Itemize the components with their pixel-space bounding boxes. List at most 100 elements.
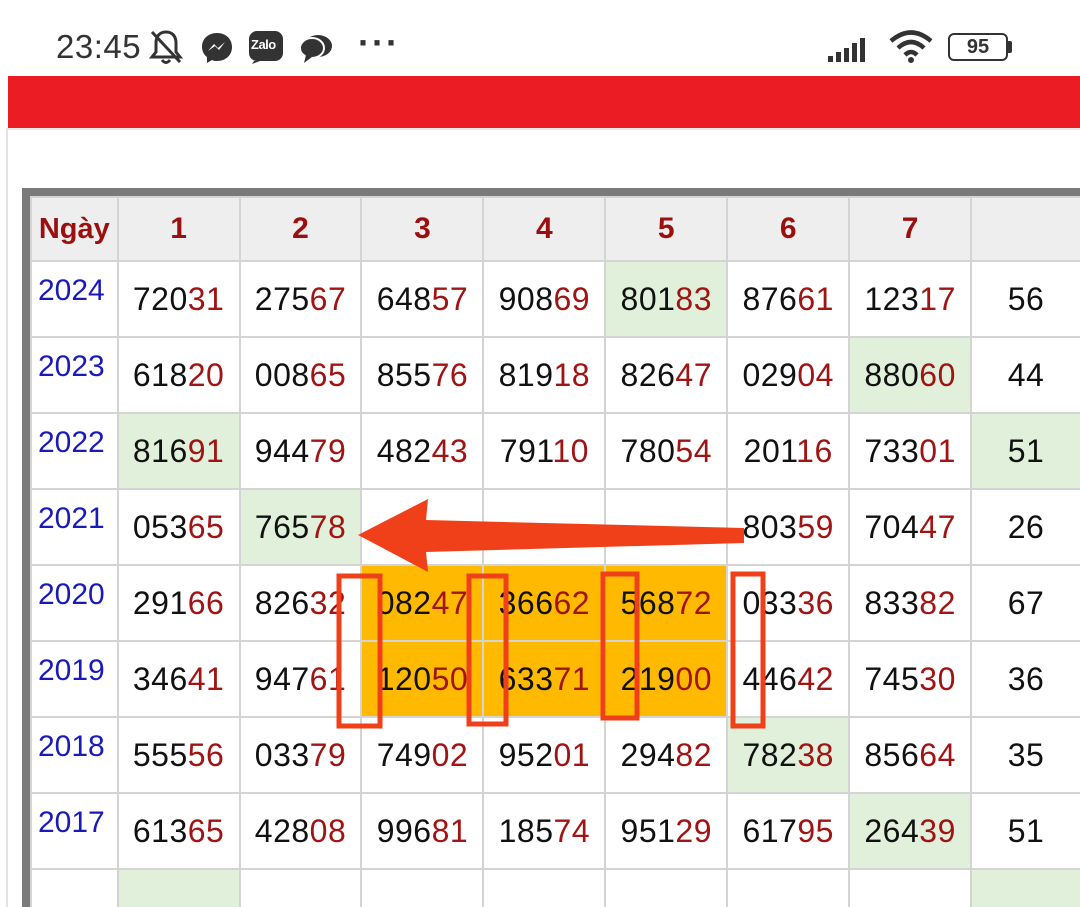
number-head: 733 (864, 432, 920, 469)
number-tail: 00 (675, 660, 713, 697)
result-cell: 88060 (848, 336, 973, 414)
chat-icon (299, 35, 332, 63)
number-head: 120 (376, 660, 432, 697)
number-tail: 38 (797, 736, 834, 773)
result-cell: 00865 (238, 336, 363, 414)
result-cell: 94761 (238, 640, 363, 718)
result-cell: 56872 (604, 564, 729, 642)
year-link[interactable]: 2020 (30, 564, 119, 642)
number-tail: 01 (919, 432, 956, 469)
year-link[interactable]: 2023 (30, 336, 119, 414)
header-day: Ngày (30, 196, 119, 262)
result-cell: 82632 (238, 564, 363, 642)
number-head: 51 (1007, 812, 1045, 849)
result-cell: 44 (970, 336, 1080, 414)
year-link[interactable]: 2018 (30, 716, 119, 794)
result-cell: 63371 (482, 640, 607, 718)
number-tail: 47 (675, 356, 713, 393)
number-tail: 64 (919, 736, 956, 773)
result-cell: 08247 (360, 564, 485, 642)
number-head: 033 (742, 584, 798, 621)
number-head: 36 (1007, 660, 1045, 697)
number-tail: 32 (309, 584, 347, 621)
number-head: 346 (132, 660, 188, 697)
number-tail: 78 (309, 508, 347, 545)
number-tail: 79 (309, 432, 347, 469)
battery-indicator: 95 (948, 33, 1012, 61)
number-tail: 04 (797, 356, 834, 393)
number-tail: 61 (797, 280, 834, 317)
number-tail: 60 (919, 356, 956, 393)
result-cell: 12050 (360, 640, 485, 718)
number-head: 855 (376, 356, 432, 393)
table-row: 2022 81691 94479 48243 79110 78054 20116 73301 5… (30, 412, 1080, 490)
number-head: 033 (254, 736, 310, 773)
result-cell (970, 868, 1080, 907)
result-cell: 81691 (116, 412, 241, 490)
result-cell: 55556 (116, 716, 241, 794)
result-cell: 44642 (726, 640, 851, 718)
header-col: 6 (726, 196, 851, 262)
number-head: 67 (1007, 584, 1045, 621)
table-row: 2021 05365 76578 80359 70447 26 (30, 488, 1080, 566)
year-link[interactable] (30, 868, 119, 907)
header-col: 4 (482, 196, 607, 262)
year-link[interactable]: 2017 (30, 792, 119, 870)
number-head: 648 (376, 280, 432, 317)
signal-icon (828, 38, 865, 62)
result-cell: 34641 (116, 640, 241, 718)
result-cell: 48243 (360, 412, 485, 490)
header-col: 5 (604, 196, 729, 262)
year-link[interactable]: 2021 (30, 488, 119, 566)
number-head: 617 (742, 812, 798, 849)
number-head: 765 (254, 508, 310, 545)
zalo-label: Zalo (251, 37, 276, 52)
header-col: 1 (116, 196, 241, 262)
number-tail: 82 (675, 736, 713, 773)
number-tail: 69 (553, 280, 591, 317)
result-cell: 29482 (604, 716, 729, 794)
number-tail: 08 (309, 812, 347, 849)
result-cell: 72031 (116, 260, 241, 338)
result-cell: 79110 (482, 412, 607, 490)
table-row: 2023 61820 00865 85576 81918 82647 02904 88060 4… (30, 336, 1080, 414)
year-link[interactable]: 2019 (30, 640, 119, 718)
number-tail: 79 (309, 736, 347, 773)
year-link[interactable]: 2022 (30, 412, 119, 490)
header-col (970, 196, 1080, 262)
number-head: 201 (743, 432, 797, 469)
result-cell: 36662 (482, 564, 607, 642)
number-tail: 59 (797, 508, 834, 545)
result-cell: 78054 (604, 412, 729, 490)
number-head: 908 (498, 280, 554, 317)
table-row: 2019 34641 94761 12050 63371 21900 44642 74530 3… (30, 640, 1080, 718)
result-cell (604, 488, 729, 566)
number-head: 053 (132, 508, 188, 545)
number-head: 816 (132, 432, 188, 469)
result-cell: 85576 (360, 336, 485, 414)
year-link[interactable]: 2024 (30, 260, 119, 338)
result-cell: 80359 (726, 488, 851, 566)
number-tail: 82 (919, 584, 956, 621)
number-tail: 47 (919, 508, 956, 545)
result-cell: 83382 (848, 564, 973, 642)
number-head: 951 (620, 812, 676, 849)
number-head: 082 (376, 584, 432, 621)
number-tail: 20 (187, 356, 225, 393)
result-cell (482, 868, 607, 907)
header-col: 2 (238, 196, 363, 262)
number-tail: 31 (187, 280, 225, 317)
number-head: 618 (132, 356, 188, 393)
number-head: 720 (132, 280, 188, 317)
result-cell: 21900 (604, 640, 729, 718)
result-cell: 67 (970, 564, 1080, 642)
result-cell: 95201 (482, 716, 607, 794)
number-head: 876 (742, 280, 798, 317)
number-tail: 42 (797, 660, 834, 697)
result-cell (726, 868, 851, 907)
result-cell: 73301 (848, 412, 973, 490)
number-tail: 74 (553, 812, 591, 849)
result-cell: 99681 (360, 792, 485, 870)
number-head: 633 (498, 660, 554, 697)
number-head: 749 (376, 736, 432, 773)
